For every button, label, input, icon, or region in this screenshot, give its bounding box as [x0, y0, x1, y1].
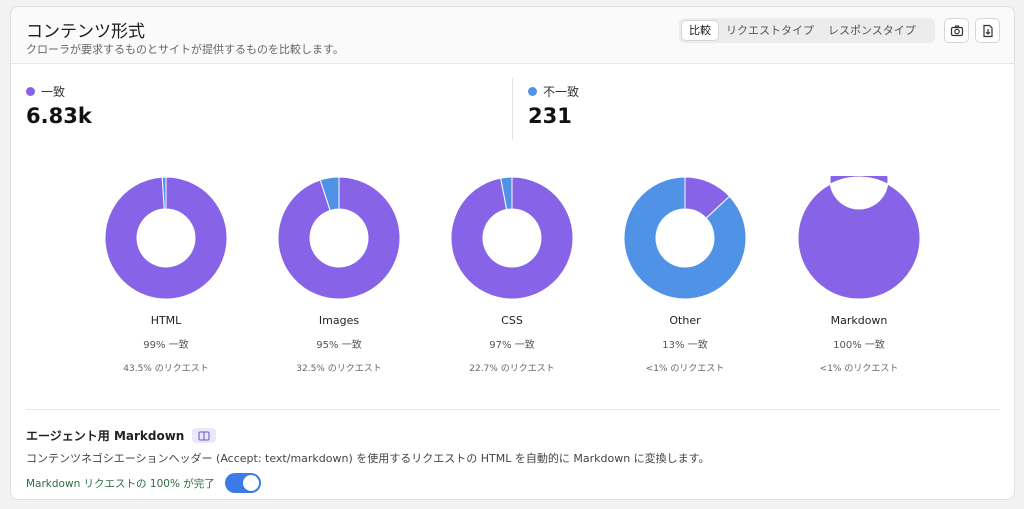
- book-icon[interactable]: [192, 428, 217, 443]
- donut-css: CSS 97% 一致 22.7% のリクエスト: [437, 176, 587, 374]
- donut-label: Other: [669, 314, 701, 327]
- donut-chart-other: [623, 176, 747, 300]
- download-button[interactable]: [975, 18, 1000, 43]
- screenshot-button[interactable]: [944, 18, 969, 43]
- stat-match: 一致 6.83k: [26, 83, 92, 128]
- markdown-status-text: Markdown リクエストの 100% が完了: [26, 477, 215, 490]
- card-subtitle: クローラが要求するものとサイトが提供するものを比較します。: [26, 43, 344, 56]
- toggle-knob: [242, 475, 259, 491]
- donut-slice-match: [797, 176, 921, 300]
- donut-match-pct: 99% 一致: [143, 340, 189, 351]
- donut-chart-html: [104, 176, 228, 300]
- donut-request-share: 32.5% のリクエスト: [296, 364, 382, 374]
- donut-match-pct: 100% 一致: [833, 340, 885, 351]
- markdown-title-text: エージェント用 Markdown: [26, 429, 185, 443]
- donut-images: Images 95% 一致 32.5% のリクエスト: [264, 176, 414, 374]
- card-header: コンテンツ形式 クローラが要求するものとサイトが提供するものを比較します。 比較…: [11, 7, 1014, 63]
- stat-mismatch: 不一致 231: [528, 83, 579, 128]
- markdown-description: コンテンツネゴシエーションヘッダー (Accept: text/markdown…: [26, 452, 710, 465]
- donut-match-pct: 95% 一致: [316, 340, 362, 351]
- stat-match-value: 6.83k: [26, 104, 92, 128]
- camera-icon: [950, 24, 963, 36]
- donut-chart-css: [450, 176, 574, 300]
- donut-label: Markdown: [830, 314, 888, 327]
- donut-request-share: <1% のリクエスト: [819, 364, 899, 374]
- card-body: 一致 6.83k 不一致 231 HTML 99% 一致 43.5% のリクエス…: [11, 63, 1014, 499]
- donut-request-share: 22.7% のリクエスト: [469, 364, 555, 374]
- donut-request-share: 43.5% のリクエスト: [123, 364, 209, 374]
- donut-request-share: <1% のリクエスト: [645, 364, 725, 374]
- donut-chart-markdown: [797, 176, 921, 300]
- donut-other: Other 13% 一致 <1% のリクエスト: [610, 176, 760, 374]
- view-tabs: 比較 リクエストタイプ レスポンスタイプ: [679, 18, 935, 43]
- markdown-status-row: Markdown リクエストの 100% が完了: [26, 473, 261, 493]
- mismatch-dot: [528, 87, 537, 96]
- match-dot: [26, 87, 35, 96]
- donut-label: HTML: [150, 314, 182, 327]
- download-icon: [982, 24, 993, 37]
- donut-match-pct: 13% 一致: [662, 340, 708, 351]
- donut-chart-images: [277, 176, 401, 300]
- donut-markdown: Markdown 100% 一致 <1% のリクエスト: [784, 176, 934, 374]
- content-format-card: コンテンツ形式 クローラが要求するものとサイトが提供するものを比較します。 比較…: [10, 6, 1015, 500]
- stat-match-label: 一致: [41, 85, 66, 99]
- tab-request-type[interactable]: リクエストタイプ: [719, 20, 821, 41]
- donut-label: CSS: [501, 314, 523, 327]
- markdown-section-title: エージェント用 Markdown: [26, 427, 217, 444]
- tab-compare[interactable]: 比較: [681, 20, 719, 41]
- stats-divider: [512, 78, 513, 140]
- donut-html: HTML 99% 一致 43.5% のリクエスト: [91, 176, 241, 374]
- donut-slice-match: [450, 176, 574, 300]
- tab-response-type[interactable]: レスポンスタイプ: [821, 20, 923, 41]
- card-title: コンテンツ形式: [26, 22, 145, 42]
- donut-label: Images: [318, 314, 360, 327]
- section-divider: [26, 409, 1000, 410]
- stat-mismatch-label: 不一致: [543, 85, 580, 99]
- donut-slice-match: [277, 176, 401, 300]
- donut-slice-match: [104, 176, 228, 300]
- markdown-toggle[interactable]: [224, 473, 261, 493]
- stat-mismatch-value: 231: [528, 104, 572, 128]
- donut-charts: HTML 99% 一致 43.5% のリクエスト Images 95% 一致 3…: [11, 176, 1014, 376]
- donut-match-pct: 97% 一致: [489, 340, 535, 351]
